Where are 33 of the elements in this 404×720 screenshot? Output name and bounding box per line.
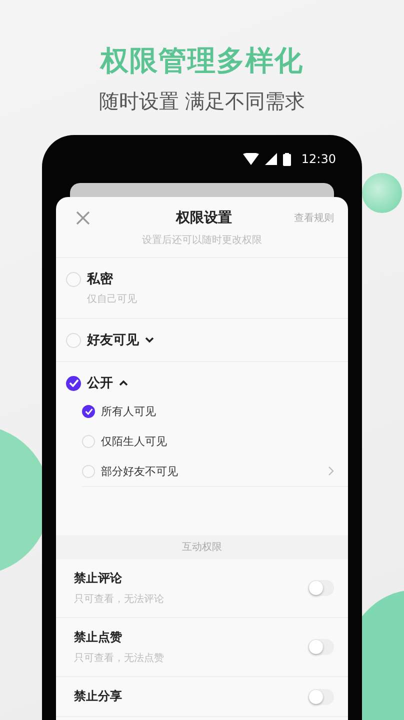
subheadline: 随时设置 满足不同需求: [98, 88, 306, 115]
visibility-option[interactable]: 公开: [66, 374, 348, 392]
setting-label: 禁止评论: [74, 570, 123, 587]
option-description: 仅自己可见: [87, 293, 138, 306]
sub-option[interactable]: 所有人可见: [101, 404, 334, 418]
sheet-hint: 设置后还可以随时更改权限: [56, 233, 348, 258]
sub-option[interactable]: 部分好友不可见: [101, 464, 322, 478]
headline: 权限管理多样化: [100, 43, 304, 79]
sheet-title: 权限设置: [176, 209, 232, 227]
check-icon: [84, 408, 92, 414]
caret-icon[interactable]: [119, 380, 128, 386]
wifi-icon: [243, 153, 260, 165]
visibility-option[interactable]: 私密: [66, 270, 348, 288]
battery-icon: [283, 152, 292, 166]
caret-icon[interactable]: [145, 337, 154, 343]
signal-icon: [265, 153, 278, 165]
toggle-switch[interactable]: [308, 639, 334, 655]
decor-circle: [362, 173, 402, 213]
setting-label: 禁止分享: [74, 688, 122, 705]
section-header: 互动权限: [56, 535, 348, 559]
visibility-option[interactable]: 好友可见: [66, 331, 348, 349]
setting-description: 只可查看，无法点赞: [74, 652, 164, 665]
chevron-right-icon[interactable]: [328, 466, 334, 476]
radio-button[interactable]: [66, 376, 81, 390]
status-time: 12:30: [301, 152, 336, 166]
close-icon[interactable]: [76, 211, 90, 225]
check-icon: [68, 379, 78, 387]
setting-description: 只可查看，无法评论: [74, 592, 164, 606]
setting-label: 禁止点赞: [74, 629, 123, 646]
toggle-switch[interactable]: [308, 688, 334, 704]
toggle-switch[interactable]: [308, 580, 334, 596]
radio-button[interactable]: [82, 404, 95, 418]
sub-option[interactable]: 仅陌生人可见: [101, 434, 334, 448]
